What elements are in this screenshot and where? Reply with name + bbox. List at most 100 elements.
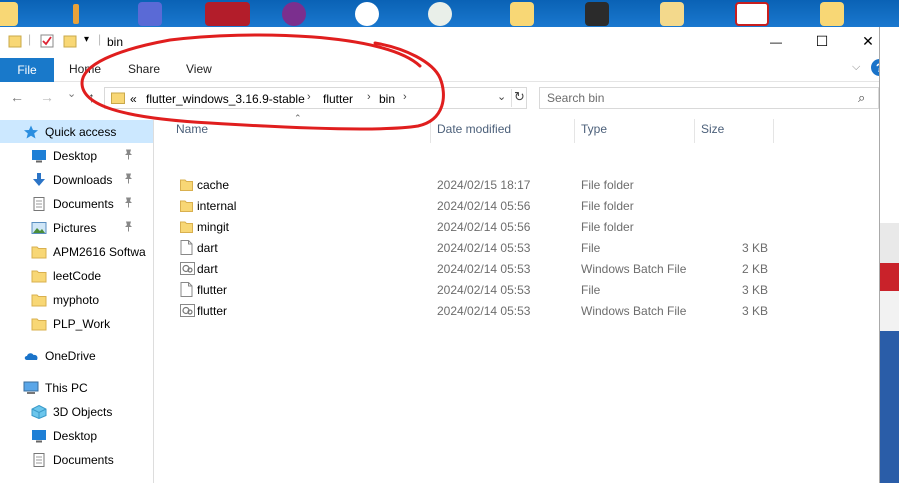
file-name: internal xyxy=(197,199,237,213)
folder-icon xyxy=(31,293,47,307)
file-date-modified: 2024/02/14 05:56 xyxy=(437,220,531,234)
minimize-button[interactable]: — xyxy=(753,27,799,56)
column-header-size[interactable]: Size xyxy=(701,122,724,136)
sidebar-item-label: Documents xyxy=(53,196,114,211)
pin-icon xyxy=(124,221,133,235)
desktop-app-icon xyxy=(138,2,162,26)
sidebar-item-quick-access[interactable]: Quick access xyxy=(0,120,153,143)
file-date-modified: 2024/02/14 05:53 xyxy=(437,262,531,276)
folder-icon xyxy=(31,269,47,283)
table-row[interactable]: dart 2024/02/14 05:53 File 3 KB xyxy=(154,237,879,258)
breadcrumb-separator-icon[interactable]: › xyxy=(367,91,371,103)
folder-icon xyxy=(31,317,47,331)
up-icon[interactable]: ↑ xyxy=(88,89,95,105)
desktop-folder-icon xyxy=(510,2,534,26)
navigation-bar: ← → ⌄ ↑ « flutter_windows_3.16.9-stable … xyxy=(0,83,879,113)
breadcrumb-overflow-icon[interactable]: « xyxy=(130,92,137,106)
expand-ribbon-icon[interactable]: ⌵ xyxy=(852,61,860,74)
file-type: File folder xyxy=(581,220,634,234)
breadcrumb-separator-icon[interactable]: › xyxy=(307,91,311,103)
close-button[interactable]: ✕ xyxy=(845,27,879,56)
file-type: Windows Batch File xyxy=(581,304,687,318)
column-header-type[interactable]: Type xyxy=(581,122,607,136)
sidebar-item-3d-objects[interactable]: 3D Objects xyxy=(0,400,153,423)
folder-icon xyxy=(31,245,47,259)
desktop-folder-icon xyxy=(660,2,684,26)
folder-icon xyxy=(180,219,193,234)
sidebar-item-onedrive[interactable]: OneDrive xyxy=(0,344,153,367)
desktop-app-icon xyxy=(64,2,88,26)
search-input[interactable] xyxy=(540,88,850,108)
table-row[interactable]: flutter 2024/02/14 05:53 Windows Batch Fil… xyxy=(154,300,879,321)
tab-share[interactable]: Share xyxy=(128,62,160,76)
file-icon xyxy=(180,282,193,297)
sidebar-item-label: PLP_Work xyxy=(53,316,111,331)
column-headers: Name Date modified Type Size xyxy=(154,119,879,143)
back-icon[interactable]: ← xyxy=(10,89,24,105)
maximize-button[interactable]: ☐ xyxy=(799,27,845,56)
sidebar-item-this-pc[interactable]: This PC xyxy=(0,376,153,399)
file-name: flutter xyxy=(197,304,228,318)
sidebar-item-label: This PC xyxy=(45,380,88,395)
column-header-date-modified[interactable]: Date modified xyxy=(437,122,511,136)
table-row[interactable]: dart 2024/02/14 05:53 Windows Batch File 2 … xyxy=(154,258,879,279)
tab-view[interactable]: View xyxy=(186,62,212,76)
file-date-modified: 2024/02/14 05:56 xyxy=(437,199,531,213)
sidebar-item-leetcode[interactable]: leetCode xyxy=(0,264,153,287)
desktop-app-icon xyxy=(735,2,769,26)
quick-access-dropdown-icon[interactable]: ▾ xyxy=(84,34,89,45)
desktop-background xyxy=(0,0,899,27)
file-date-modified: 2024/02/14 05:53 xyxy=(437,304,531,318)
document-icon xyxy=(31,452,47,467)
help-icon[interactable]: ? xyxy=(871,59,879,76)
table-row[interactable]: internal 2024/02/14 05:56 File folder xyxy=(154,195,879,216)
sidebar-item-label: OneDrive xyxy=(45,348,96,363)
sidebar-item-apm2616-softwa[interactable]: APM2616 Softwa xyxy=(0,240,153,263)
column-header-name[interactable]: Name xyxy=(176,122,208,136)
file-type: File xyxy=(581,283,601,297)
sidebar-item-desktop[interactable]: Desktop xyxy=(0,144,153,167)
new-folder-icon[interactable] xyxy=(63,34,77,48)
desktop-app-icon xyxy=(428,2,452,26)
computer-icon xyxy=(23,381,39,395)
breadcrumb-bin[interactable]: bin xyxy=(379,92,395,106)
table-row[interactable]: mingit 2024/02/14 05:56 File folder xyxy=(154,216,879,237)
file-type: File xyxy=(581,241,601,255)
search-icon[interactable]: ⌕ xyxy=(858,90,865,106)
pictures-icon xyxy=(31,221,47,235)
batch-file-icon xyxy=(180,261,195,276)
star-icon xyxy=(23,125,39,139)
sidebar-item-documents[interactable]: Documents xyxy=(0,448,153,471)
window-title: bin xyxy=(107,35,124,49)
sidebar-item-pictures[interactable]: Pictures xyxy=(0,216,153,239)
breadcrumb-flutter[interactable]: flutter xyxy=(323,92,353,106)
desktop-app-icon xyxy=(585,2,609,26)
sidebar-item-myphoto[interactable]: myphoto xyxy=(0,288,153,311)
recent-locations-icon[interactable]: ⌄ xyxy=(67,87,76,100)
forward-icon[interactable]: → xyxy=(40,89,54,105)
tab-home[interactable]: Home xyxy=(69,62,101,76)
ribbon-tabs: File Home Share View ⌵ ? xyxy=(0,56,879,82)
document-icon xyxy=(31,196,47,211)
sidebar-item-plp-work[interactable]: PLP_Work xyxy=(0,312,153,335)
sidebar-item-label: leetCode xyxy=(53,268,102,283)
table-row[interactable]: cache 2024/02/15 18:17 File folder xyxy=(154,174,879,195)
tab-file[interactable]: File xyxy=(0,58,54,82)
table-row[interactable]: flutter 2024/02/14 05:53 File 3 KB xyxy=(154,279,879,300)
refresh-icon[interactable]: ↻ xyxy=(511,89,527,107)
sidebar-item-downloads[interactable]: Downloads xyxy=(0,168,153,191)
breadcrumb-separator-icon[interactable]: › xyxy=(403,91,407,103)
address-dropdown-icon[interactable]: ⌄ xyxy=(497,90,506,103)
sidebar-item-desktop[interactable]: Desktop xyxy=(0,424,153,447)
file-size: 3 KB xyxy=(741,304,768,318)
search-box[interactable]: ⌕ xyxy=(539,87,879,109)
desktop-app-icon xyxy=(355,2,379,26)
desktop-app-icon xyxy=(282,2,306,26)
file-date-modified: 2024/02/14 05:53 xyxy=(437,283,531,297)
breadcrumb-flutter-windows[interactable]: flutter_windows_3.16.9-stable xyxy=(146,92,305,106)
sidebar-item-documents[interactable]: Documents xyxy=(0,192,153,215)
properties-icon[interactable] xyxy=(40,34,54,48)
address-bar[interactable]: « flutter_windows_3.16.9-stable › flutte… xyxy=(104,87,527,109)
file-list: ⌃ Name Date modified Type Size cache 2024… xyxy=(154,113,879,483)
sidebar-item-label: Pictures xyxy=(53,220,97,235)
